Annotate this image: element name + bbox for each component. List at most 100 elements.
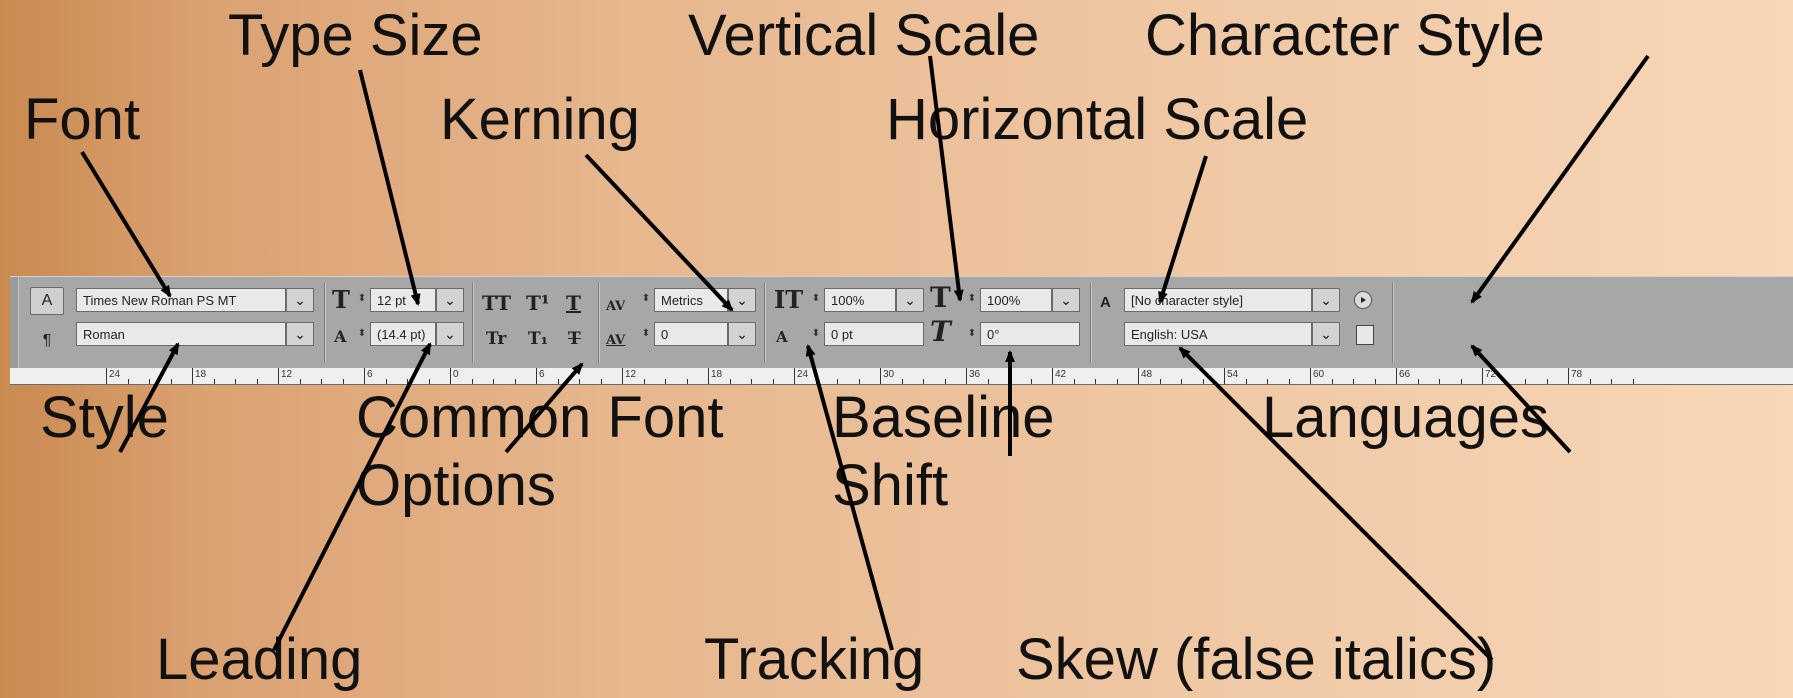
horizontal-scale-field[interactable]: 100% bbox=[980, 288, 1052, 312]
ruler-minor-tick bbox=[1202, 379, 1204, 384]
ruler-minor-tick bbox=[342, 379, 344, 384]
label-baseline-shift-line2: Shift bbox=[832, 453, 949, 518]
font-size-dropdown[interactable]: ⌄ bbox=[436, 288, 464, 312]
font-family-dropdown[interactable]: ⌄ bbox=[286, 288, 314, 312]
ruler-minor-tick bbox=[1439, 379, 1440, 384]
arrow-font bbox=[80, 150, 172, 298]
ruler-minor-tick bbox=[987, 379, 989, 384]
skew-spinner-icon[interactable]: ⬍ bbox=[966, 329, 978, 339]
horizontal-ruler[interactable]: 24 18 12 6 0 6 12 18 24 30 36 42 48 54 60 66 72 78 bbox=[10, 368, 1793, 385]
character-mode-button[interactable]: A bbox=[30, 287, 64, 315]
ruler-minor-tick bbox=[1245, 379, 1247, 384]
ruler-minor-tick bbox=[772, 379, 774, 384]
ruler-number: 12 bbox=[281, 369, 293, 380]
kerning-dropdown[interactable]: ⌄ bbox=[728, 288, 756, 312]
ruler-minor-tick bbox=[1288, 379, 1290, 384]
strikethrough-icon[interactable]: T bbox=[568, 325, 581, 353]
ruler-number: 36 bbox=[969, 369, 981, 380]
vertical-scale-field[interactable]: 100% bbox=[824, 288, 896, 312]
ruler-minor-tick bbox=[923, 379, 924, 384]
vertical-scale-icon: IT bbox=[774, 285, 804, 314]
ruler-number: 60 bbox=[1313, 369, 1325, 380]
divider bbox=[1090, 283, 1092, 363]
ruler-minor-tick bbox=[321, 379, 322, 384]
superscript-icon[interactable]: T¹ bbox=[526, 289, 550, 317]
ruler-tick bbox=[106, 368, 107, 384]
divider bbox=[472, 283, 474, 363]
ruler-tick bbox=[1310, 368, 1311, 384]
ruler-tick bbox=[1224, 368, 1225, 384]
label-type-size: Type Size bbox=[228, 3, 483, 68]
ruler-tick bbox=[364, 368, 365, 384]
ruler-minor-tick bbox=[557, 379, 559, 384]
ruler-minor-tick bbox=[1525, 379, 1526, 384]
ruler-minor-tick bbox=[385, 379, 387, 384]
label-leading: Leading bbox=[156, 627, 363, 692]
baseline-shift-field[interactable]: 0 pt bbox=[824, 322, 924, 346]
ruler-number: 18 bbox=[711, 369, 723, 380]
leading-spinner-icon[interactable]: ⬍ bbox=[356, 329, 368, 339]
ruler-minor-tick bbox=[1159, 379, 1161, 384]
skew-field[interactable]: 0° bbox=[980, 322, 1080, 346]
horizontal-scale-icon: T bbox=[930, 281, 951, 314]
ruler-tick bbox=[450, 368, 451, 384]
new-style-icon[interactable] bbox=[1356, 325, 1374, 345]
font-style-dropdown[interactable]: ⌄ bbox=[286, 322, 314, 346]
label-baseline-shift-line1: Baseline bbox=[832, 385, 1055, 450]
all-caps-icon[interactable]: TT bbox=[482, 289, 511, 317]
label-kerning: Kerning bbox=[440, 87, 640, 152]
tracking-spinner-icon[interactable]: ⬍ bbox=[640, 329, 652, 339]
small-caps-icon[interactable]: Tr bbox=[486, 325, 506, 353]
label-tracking: Tracking bbox=[704, 627, 925, 692]
ruler-minor-tick bbox=[1181, 379, 1182, 384]
ruler-minor-tick bbox=[1030, 379, 1032, 384]
ruler-minor-tick bbox=[643, 379, 645, 384]
ruler-tick bbox=[708, 368, 709, 384]
subscript-icon[interactable]: T₁ bbox=[528, 325, 548, 353]
horizontal-scale-dropdown[interactable]: ⌄ bbox=[1052, 288, 1080, 312]
ruler-tick bbox=[192, 368, 193, 384]
language-dropdown[interactable]: ⌄ bbox=[1312, 322, 1340, 346]
ruler-minor-tick bbox=[493, 379, 494, 384]
ruler-minor-tick bbox=[514, 379, 516, 384]
ruler-tick bbox=[1396, 368, 1397, 384]
panel-menu-icon[interactable] bbox=[1354, 291, 1372, 309]
ruler-minor-tick bbox=[665, 379, 666, 384]
ruler-minor-tick bbox=[1009, 379, 1010, 384]
ruler-tick bbox=[966, 368, 967, 384]
character-style-field[interactable]: [No character style] bbox=[1124, 288, 1312, 312]
kerning-spinner-icon[interactable]: ⬍ bbox=[640, 294, 652, 304]
ruler-minor-tick bbox=[299, 379, 301, 384]
ruler-minor-tick bbox=[1073, 379, 1075, 384]
label-languages: Languages bbox=[1262, 385, 1550, 450]
leading-field[interactable]: (14.4 pt) bbox=[370, 322, 436, 346]
panel-grip[interactable] bbox=[10, 277, 19, 369]
ruler-number: 66 bbox=[1399, 369, 1411, 380]
underline-icon[interactable]: T bbox=[566, 289, 581, 317]
ruler-minor-tick bbox=[1460, 379, 1462, 384]
ruler-tick bbox=[794, 368, 795, 384]
kerning-field[interactable]: Metrics bbox=[654, 288, 728, 312]
font-style-field[interactable]: Roman bbox=[76, 322, 286, 346]
ruler-minor-tick bbox=[170, 379, 172, 384]
kerning-icon: AV bbox=[606, 299, 626, 314]
label-common-font-options-line2: Options bbox=[356, 453, 556, 518]
ruler-minor-tick bbox=[579, 379, 580, 384]
ruler-minor-tick bbox=[471, 379, 473, 384]
language-field[interactable]: English: USA bbox=[1124, 322, 1312, 346]
font-size-field[interactable]: 12 pt bbox=[370, 288, 436, 312]
font-size-spinner-icon[interactable]: ⬍ bbox=[356, 294, 368, 304]
horizontal-scale-spinner-icon[interactable]: ⬍ bbox=[966, 294, 978, 304]
vertical-scale-spinner-icon[interactable]: ⬍ bbox=[810, 294, 822, 304]
tracking-field[interactable]: 0 bbox=[654, 322, 728, 346]
font-family-field[interactable]: Times New Roman PS MT bbox=[76, 288, 286, 312]
leading-dropdown[interactable]: ⌄ bbox=[436, 322, 464, 346]
ruler-minor-tick bbox=[1267, 379, 1268, 384]
baseline-shift-spinner-icon[interactable]: ⬍ bbox=[810, 329, 822, 339]
vertical-scale-dropdown[interactable]: ⌄ bbox=[896, 288, 924, 312]
paragraph-mode-button[interactable]: ¶ bbox=[30, 327, 64, 355]
character-style-dropdown[interactable]: ⌄ bbox=[1312, 288, 1340, 312]
label-character-style: Character Style bbox=[1145, 3, 1545, 68]
tracking-dropdown[interactable]: ⌄ bbox=[728, 322, 756, 346]
label-horizontal-scale: Horizontal Scale bbox=[886, 87, 1309, 152]
